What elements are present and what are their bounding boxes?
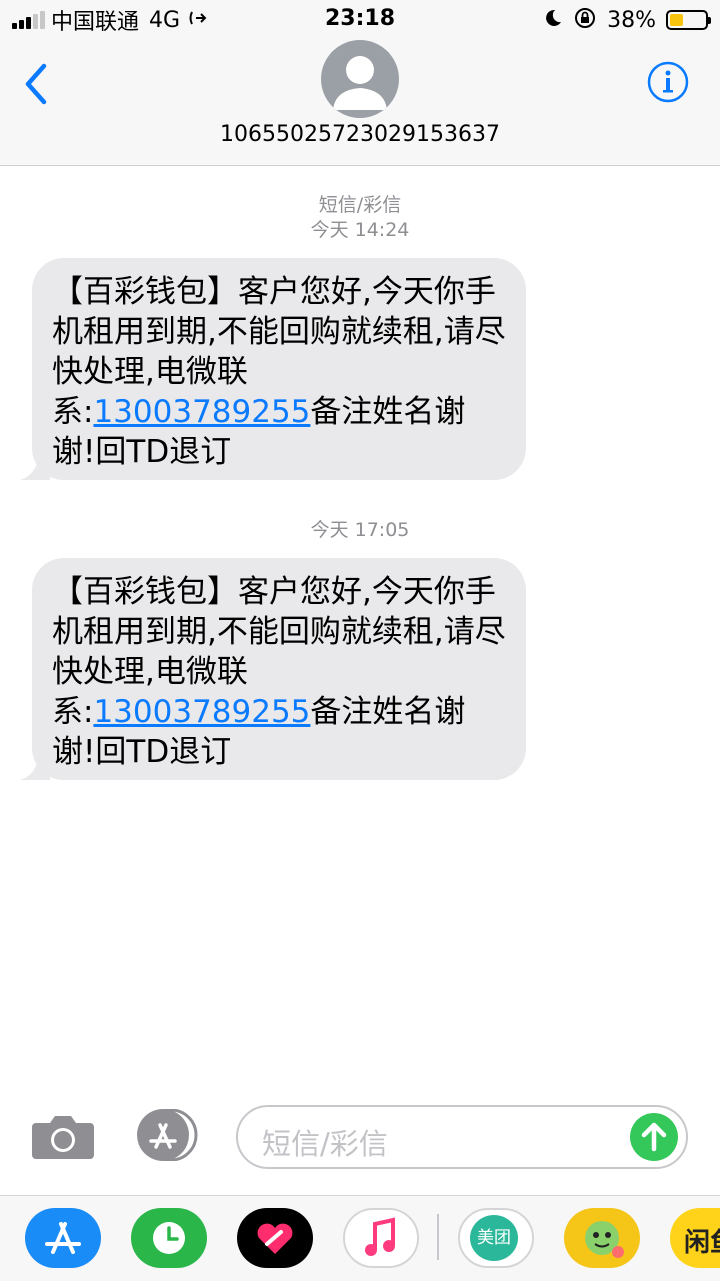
conversation-header: 10655025723029153637 (0, 40, 720, 166)
music-note-icon[interactable] (343, 1208, 419, 1268)
app-store-icon[interactable] (133, 1108, 203, 1162)
camera-icon[interactable] (30, 1113, 96, 1161)
bubble-tail (20, 460, 50, 480)
status-bar: 中国联通 4G 23:18 38% (0, 0, 720, 40)
message-input[interactable]: 短信/彩信 (236, 1105, 688, 1169)
contact-number[interactable]: 10655025723029153637 (0, 122, 720, 147)
phone-number-link[interactable]: 13003789255 (93, 394, 310, 430)
xianyu-app-icon[interactable]: 闲鱼 (670, 1208, 720, 1268)
message-service-label: 短信/彩信 (318, 194, 402, 216)
compose-bar: 短信/彩信 (0, 1095, 720, 1181)
chevron-left-icon[interactable] (20, 62, 60, 106)
message-timestamp: 今天 14:24 (310, 219, 410, 241)
digital-touch-heart-icon[interactable] (237, 1208, 313, 1268)
bubble-tail (20, 760, 50, 780)
phone-number-link[interactable]: 13003789255 (93, 694, 310, 730)
battery-icon (666, 10, 711, 30)
message-input-placeholder: 短信/彩信 (262, 1127, 388, 1161)
meituan-app-icon[interactable]: 美团 (458, 1208, 534, 1268)
app-drawer: 美团 闲鱼 (0, 1195, 720, 1281)
app-store-icon[interactable] (25, 1208, 101, 1268)
message-timestamp: 今天 17:05 (310, 519, 410, 541)
drawer-divider (437, 1214, 439, 1260)
moon-icon (543, 8, 563, 32)
contact-avatar[interactable] (321, 40, 399, 118)
battery-level-fill (670, 14, 683, 26)
battery-percent: 38% (607, 7, 656, 33)
orientation-lock-icon (573, 6, 597, 34)
xianyu-label: 闲鱼 (684, 1228, 720, 1258)
message-bubble[interactable]: 【百彩钱包】客户您好,今天你手机租用到期,不能回购就续租,请尽快处理,电微联系:… (20, 558, 526, 780)
info-icon[interactable] (646, 60, 690, 104)
sticker-app-icon[interactable] (564, 1208, 640, 1268)
clock-icon[interactable] (131, 1208, 207, 1268)
status-bar-right: 38% (543, 6, 711, 34)
meituan-label: 美团 (470, 1215, 518, 1261)
send-arrow-icon[interactable] (630, 1113, 678, 1161)
message-bubble[interactable]: 【百彩钱包】客户您好,今天你手机租用到期,不能回购就续租,请尽快处理,电微联系:… (20, 258, 526, 480)
